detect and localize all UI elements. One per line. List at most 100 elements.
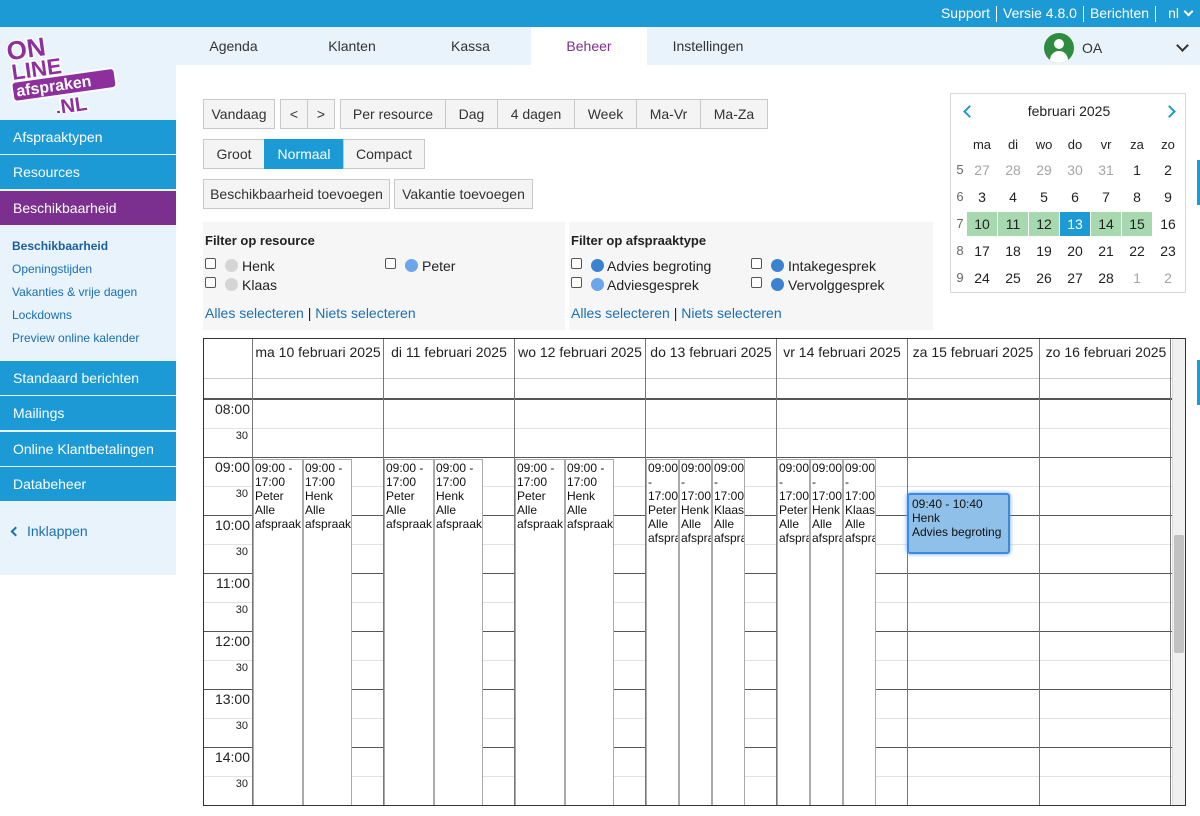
availability-block[interactable]: 09:00 - 17:00 Henk Alle afspraak [434,459,483,805]
filter-checkbox-intakegesprek[interactable] [751,258,762,269]
mini-calendar-day[interactable]: 7 [1091,185,1121,209]
add-availability-button[interactable]: Beschikbaarheid toevoegen [203,179,390,209]
chevron-down-icon[interactable] [1176,39,1189,52]
mini-calendar-day[interactable]: 13 [1060,212,1090,236]
mini-calendar-day[interactable]: 14 [1091,212,1121,236]
availability-block[interactable]: 09:00 - 17:00 Henk Alle afspraak [679,459,712,805]
day-header[interactable]: za 15 februari 2025 [907,339,1038,399]
view-dag-button[interactable]: Dag [445,99,498,129]
mini-calendar-day[interactable]: 23 [1153,239,1183,263]
day-header[interactable]: ma 10 februari 2025 [252,339,383,399]
mini-calendar-day[interactable]: 28 [1091,266,1121,290]
prev-button[interactable]: < [280,99,308,129]
version-link[interactable]: Versie 4.8.0 [997,0,1083,27]
view-per-resource-button[interactable]: Per resource [340,99,446,129]
sidebar-item-databeheer[interactable]: Databeheer [0,467,176,501]
mini-calendar-day[interactable]: 2 [1153,158,1183,182]
next-button[interactable]: > [307,99,335,129]
filter-checkbox-advies-begroting[interactable] [571,258,582,269]
mini-calendar-day[interactable]: 30 [1060,158,1090,182]
sidebar-item-resources[interactable]: Resources [0,155,176,189]
size-normaal-button[interactable]: Normaal [264,139,344,169]
mini-calendar-day[interactable]: 28 [998,158,1028,182]
select-none-link[interactable]: Niets selecteren [681,305,781,321]
mini-calendar-day[interactable]: 1 [1122,266,1152,290]
availability-block[interactable]: 09:00 - 17:00 Henk Alle afspraak [810,459,843,805]
mini-calendar-day[interactable]: 9 [1153,185,1183,209]
day-header[interactable]: do 13 februari 2025 [645,339,776,399]
view-4-dagen-button[interactable]: 4 dagen [497,99,575,129]
mini-calendar-day[interactable]: 20 [1060,239,1090,263]
mini-calendar-day[interactable]: 27 [967,158,997,182]
filter-label-advies-begroting[interactable]: Advies begroting [607,258,711,274]
mini-calendar-day[interactable]: 11 [998,212,1028,236]
mini-calendar-day[interactable]: 12 [1029,212,1059,236]
mini-calendar-day[interactable]: 29 [1029,158,1059,182]
mini-calendar-day[interactable]: 24 [967,266,997,290]
mini-calendar-day[interactable]: 27 [1060,266,1090,290]
availability-block[interactable]: 09:00 - 17:00 Peter Alle afspraak [646,459,679,805]
availability-block[interactable]: 09:00 - 17:00 Klaas Alle afspraak [843,459,876,805]
messages-link[interactable]: Berichten [1084,0,1155,27]
mini-calendar-day[interactable]: 18 [998,239,1028,263]
sidebar-item-beschikbaarheid[interactable]: Beschikbaarheid [0,191,176,225]
subnav-lockdowns[interactable]: Lockdowns [12,308,72,322]
mini-calendar-day[interactable]: 25 [998,266,1028,290]
filter-checkbox-adviesgesprek[interactable] [571,277,582,288]
filter-checkbox-vervolggesprek[interactable] [751,277,762,288]
filter-checkbox-henk[interactable] [205,258,216,269]
availability-block[interactable]: 09:00 - 17:00 Peter Alle afspraak [253,459,303,805]
mini-calendar-day[interactable]: 26 [1029,266,1059,290]
mini-calendar-day[interactable]: 6 [1060,185,1090,209]
mini-calendar-day[interactable]: 8 [1122,185,1152,209]
tab-instellingen[interactable]: Instellingen [647,27,769,65]
mini-calendar-day[interactable]: 2 [1153,266,1183,290]
mini-calendar-day[interactable]: 10 [967,212,997,236]
appointment-block[interactable]: 09:40 - 10:40 Henk Advies begroting [907,493,1010,554]
sidebar-item-afspraaktypen[interactable]: Afspraaktypen [0,120,176,154]
view-ma-vr-button[interactable]: Ma-Vr [636,99,701,129]
sidebar-item-online-klantbetalingen[interactable]: Online Klantbetalingen [0,432,176,466]
tab-agenda[interactable]: Agenda [176,27,291,65]
tab-klanten[interactable]: Klanten [291,27,413,65]
mini-calendar-day[interactable]: 22 [1122,239,1152,263]
filter-label-vervolggesprek[interactable]: Vervolggesprek [788,277,885,293]
mini-calendar-day[interactable]: 17 [967,239,997,263]
subnav-preview-kalender[interactable]: Preview online kalender [12,331,139,345]
day-header[interactable]: zo 16 februari 2025 [1039,339,1172,399]
day-header[interactable]: wo 12 februari 2025 [514,339,645,399]
logo[interactable]: ON LINE afspraken .NL [6,29,118,113]
scrollbar-thumb[interactable] [1174,535,1184,653]
day-header[interactable]: vr 14 februari 2025 [776,339,907,399]
filter-label-adviesgesprek[interactable]: Adviesgesprek [607,277,699,293]
availability-block[interactable]: 09:00 - 17:00 Henk Alle afspraak [303,459,352,805]
size-groot-button[interactable]: Groot [203,139,265,169]
mini-calendar-day[interactable]: 19 [1029,239,1059,263]
select-all-link[interactable]: Alles selecteren [571,305,670,321]
subnav-openingstijden[interactable]: Openingstijden [12,262,92,276]
tab-beheer[interactable]: Beheer [531,27,647,65]
collapse-sidebar-button[interactable]: Inklappen [10,523,88,539]
user-menu[interactable]: OA [1044,33,1102,63]
mini-calendar-day[interactable]: 15 [1122,212,1152,236]
mini-calendar-day[interactable]: 5 [1029,185,1059,209]
sidebar-item-mailings[interactable]: Mailings [0,396,176,430]
support-link[interactable]: Support [935,0,996,27]
filter-label-henk[interactable]: Henk [242,258,275,274]
add-holiday-button[interactable]: Vakantie toevoegen [394,179,533,209]
mini-calendar-day[interactable]: 1 [1122,158,1152,182]
view-week-button[interactable]: Week [574,99,637,129]
availability-block[interactable]: 09:00 - 17:00 Klaas Alle afspraak [712,459,745,805]
filter-checkbox-klaas[interactable] [205,277,216,288]
availability-block[interactable]: 09:00 - 17:00 Peter Alle afspraak [515,459,565,805]
availability-block[interactable]: 09:00 - 17:00 Peter Alle afspraak [777,459,810,805]
mini-calendar-day[interactable]: 21 [1091,239,1121,263]
language-select[interactable]: nl [1156,0,1200,27]
select-none-link[interactable]: Niets selecteren [315,305,415,321]
filter-label-klaas[interactable]: Klaas [242,277,277,293]
availability-block[interactable]: 09:00 - 17:00 Peter Alle afspraak [384,459,434,805]
size-compact-button[interactable]: Compact [343,139,425,169]
sidebar-item-standaard-berichten[interactable]: Standaard berichten [0,361,176,395]
mini-calendar-day[interactable]: 3 [967,185,997,209]
tab-kassa[interactable]: Kassa [413,27,528,65]
